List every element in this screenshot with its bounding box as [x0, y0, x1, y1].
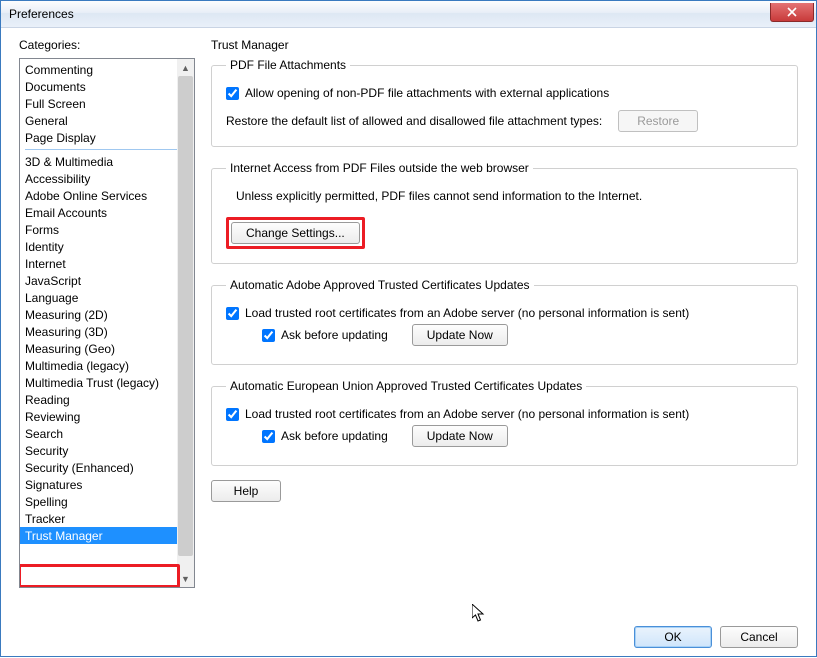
eu-load-root-label: Load trusted root certificates from an A…	[245, 407, 689, 421]
allow-non-pdf-label: Allow opening of non-PDF file attachment…	[245, 86, 609, 100]
category-item[interactable]: Identity	[20, 238, 194, 255]
category-item[interactable]: Security (Enhanced)	[20, 459, 194, 476]
adobe-load-root-checkbox[interactable]	[226, 307, 239, 320]
dialog-footer: OK Cancel	[1, 616, 816, 658]
category-item[interactable]: Language	[20, 289, 194, 306]
adobe-ask-checkbox[interactable]	[262, 329, 275, 342]
window-title: Preferences	[9, 7, 74, 21]
allow-non-pdf-checkbox[interactable]	[226, 87, 239, 100]
scroll-up-arrow-icon[interactable]: ▲	[177, 59, 194, 76]
group-eu-certificates: Automatic European Union Approved Truste…	[211, 379, 798, 466]
window-close-button[interactable]	[770, 3, 814, 22]
category-separator	[25, 149, 189, 150]
category-item[interactable]: Adobe Online Services	[20, 187, 194, 204]
category-item[interactable]: Email Accounts	[20, 204, 194, 221]
category-item[interactable]: Search	[20, 425, 194, 442]
adobe-ask-label: Ask before updating	[281, 328, 388, 342]
eu-ask-checkbox[interactable]	[262, 430, 275, 443]
category-item[interactable]: Forms	[20, 221, 194, 238]
titlebar: Preferences	[1, 1, 816, 28]
category-item[interactable]: Security	[20, 442, 194, 459]
category-item[interactable]: 3D & Multimedia	[20, 153, 194, 170]
highlight-trust-manager	[19, 564, 180, 588]
category-item[interactable]: Reviewing	[20, 408, 194, 425]
group-adobe-certificates: Automatic Adobe Approved Trusted Certifi…	[211, 278, 798, 365]
categories-pane: Categories: CommentingDocumentsFull Scre…	[1, 38, 201, 616]
change-settings-button[interactable]: Change Settings...	[231, 222, 360, 244]
eu-ask-label: Ask before updating	[281, 429, 388, 443]
category-item[interactable]: Internet	[20, 255, 194, 272]
group-legend: Automatic European Union Approved Truste…	[226, 379, 586, 393]
category-item[interactable]: Documents	[20, 78, 194, 95]
ok-button[interactable]: OK	[634, 626, 712, 648]
scroll-down-arrow-icon[interactable]: ▼	[177, 570, 194, 587]
category-item[interactable]: Multimedia Trust (legacy)	[20, 374, 194, 391]
categories-scrollbar[interactable]: ▲ ▼	[177, 59, 194, 587]
close-icon	[787, 7, 797, 17]
panel-title: Trust Manager	[211, 38, 798, 52]
restore-button[interactable]: Restore	[618, 110, 698, 132]
category-item[interactable]: Signatures	[20, 476, 194, 493]
group-pdf-attachments: PDF File Attachments Allow opening of no…	[211, 58, 798, 147]
group-legend: Automatic Adobe Approved Trusted Certifi…	[226, 278, 534, 292]
categories-label: Categories:	[19, 38, 195, 52]
category-item[interactable]: Spelling	[20, 493, 194, 510]
group-legend: Internet Access from PDF Files outside t…	[226, 161, 533, 175]
group-legend: PDF File Attachments	[226, 58, 350, 72]
adobe-update-now-button[interactable]: Update Now	[412, 324, 508, 346]
categories-listbox[interactable]: CommentingDocumentsFull ScreenGeneralPag…	[19, 58, 195, 588]
adobe-load-root-label: Load trusted root certificates from an A…	[245, 306, 689, 320]
highlight-change-settings: Change Settings...	[226, 217, 365, 249]
category-item[interactable]: JavaScript	[20, 272, 194, 289]
settings-pane: Trust Manager PDF File Attachments Allow…	[201, 38, 816, 616]
category-item[interactable]: Page Display	[20, 129, 194, 146]
eu-update-now-button[interactable]: Update Now	[412, 425, 508, 447]
category-item[interactable]: Tracker	[20, 510, 194, 527]
category-item[interactable]: Full Screen	[20, 95, 194, 112]
cancel-button[interactable]: Cancel	[720, 626, 798, 648]
category-item[interactable]: Measuring (Geo)	[20, 340, 194, 357]
scrollbar-thumb[interactable]	[178, 76, 193, 556]
category-item[interactable]: Multimedia (legacy)	[20, 357, 194, 374]
category-item[interactable]: General	[20, 112, 194, 129]
category-item[interactable]: Trust Manager	[20, 527, 194, 544]
category-item[interactable]: Accessibility	[20, 170, 194, 187]
help-button[interactable]: Help	[211, 480, 281, 502]
restore-text: Restore the default list of allowed and …	[226, 114, 602, 128]
eu-load-root-checkbox[interactable]	[226, 408, 239, 421]
category-item[interactable]: Measuring (2D)	[20, 306, 194, 323]
internet-desc: Unless explicitly permitted, PDF files c…	[236, 189, 783, 203]
category-item[interactable]: Measuring (3D)	[20, 323, 194, 340]
category-item[interactable]: Reading	[20, 391, 194, 408]
group-internet-access: Internet Access from PDF Files outside t…	[211, 161, 798, 264]
category-item[interactable]: Commenting	[20, 61, 194, 78]
